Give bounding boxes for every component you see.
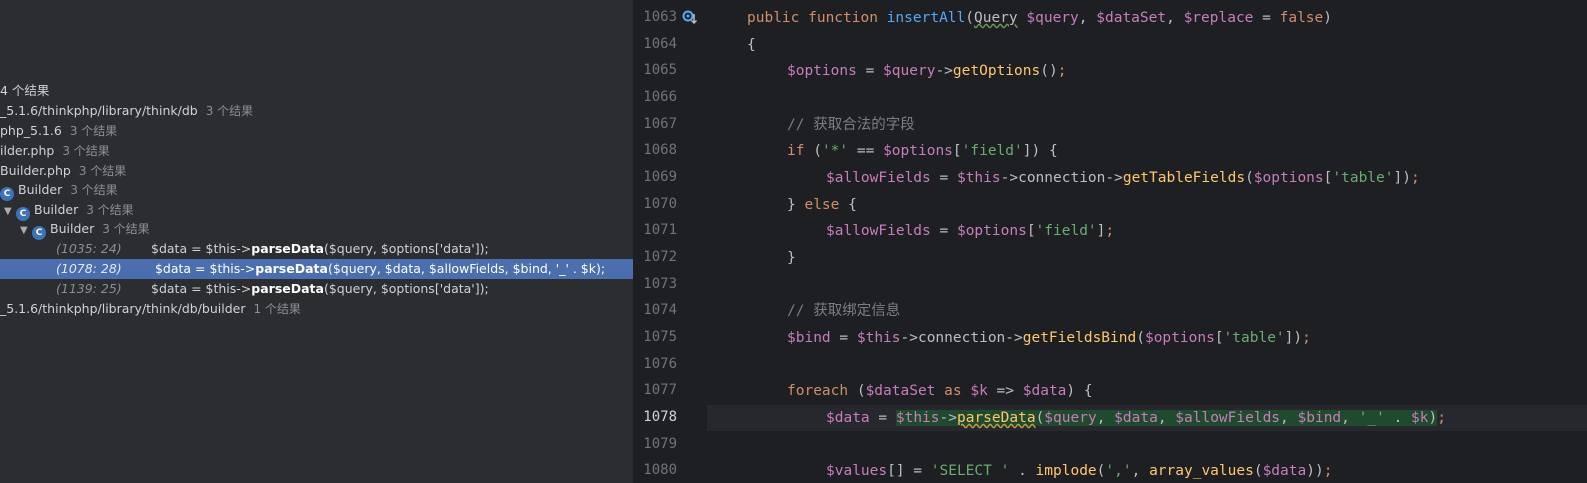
tree-row-label: Builder: [18, 182, 63, 197]
tree-row-count: 3 个结果: [78, 164, 127, 178]
usage-row-selected[interactable]: (1078: 28) $data = $this->parseData($que…: [0, 259, 633, 279]
line-number: 1072: [643, 249, 677, 265]
line-number: 1069: [643, 169, 677, 185]
tree-row-label: Builder.php: [0, 163, 71, 178]
find-usages-panel: 4 个结果 _5.1.6/thinkphp/library/think/db 3 …: [0, 0, 633, 483]
usage-location: (1078: 28): [56, 261, 122, 276]
line-number-current: 1078: [643, 409, 677, 425]
code-line[interactable]: $allowFields = $options['field'];: [826, 218, 1587, 244]
usage-location: (1035: 24): [56, 241, 122, 256]
tree-row-label: _5.1.6/thinkphp/library/think/db/builder: [0, 301, 246, 316]
tree-row-directory[interactable]: _5.1.6/thinkphp/library/think/db 3 个结果: [0, 101, 633, 121]
code-line[interactable]: $bind = $this->connection->getFieldsBind…: [787, 325, 1587, 351]
tree-row-label: Builder: [50, 221, 95, 236]
line-number: 1077: [643, 382, 677, 398]
tree-row-file[interactable]: Builder.php 3 个结果: [0, 161, 633, 181]
tree-row-class[interactable]: C Builder 3 个结果: [0, 180, 633, 201]
tree-row-count: 3 个结果: [86, 203, 134, 217]
usage-code: $data = $this->parseData($query, $option…: [151, 281, 489, 296]
line-number: 1066: [643, 89, 677, 105]
line-number: 1063: [643, 9, 677, 25]
code-line[interactable]: foreach ($dataSet as $k => $data) {: [787, 378, 1587, 404]
line-number-gutter[interactable]: 1063 1064 1065 1066 1067 1068 1069 1070 …: [633, 0, 707, 483]
code-line[interactable]: {: [747, 32, 1587, 58]
tree-row-count: 3 个结果: [102, 222, 150, 236]
tree-row-label: Builder: [34, 202, 79, 217]
usage-row[interactable]: (1139: 25) $data = $this->parseData($quer…: [0, 279, 633, 299]
line-number: 1076: [643, 356, 677, 372]
usage-code: $data = $this->parseData($query, $option…: [151, 241, 489, 256]
code-line[interactable]: $allowFields = $this->connection->getTab…: [826, 165, 1587, 191]
code-line[interactable]: $values[] = 'SELECT ' . implode(',', arr…: [826, 458, 1587, 483]
usage-row[interactable]: (1035: 24) $data = $this->parseData($quer…: [0, 239, 633, 259]
code-line[interactable]: }: [787, 245, 1587, 271]
code-editor[interactable]: public function insertAll(Query $query, …: [707, 0, 1587, 483]
tree-row-directory[interactable]: _5.1.6/thinkphp/library/think/db/builder…: [0, 299, 633, 319]
code-line[interactable]: } else {: [787, 192, 1587, 218]
results-summary: 4 个结果: [0, 83, 50, 98]
tree-row-count: 3 个结果: [70, 183, 118, 197]
code-line-current[interactable]: $data = $this->parseData($query, $data, …: [707, 405, 1587, 431]
line-number: 1070: [643, 196, 677, 212]
chevron-down-icon[interactable]: ▼: [20, 221, 32, 241]
line-number: 1073: [643, 276, 677, 292]
line-number: 1074: [643, 302, 677, 318]
code-line[interactable]: // 获取绑定信息: [787, 298, 1587, 324]
tree-row-file[interactable]: ilder.php 3 个结果: [0, 141, 633, 161]
line-number: 1067: [643, 116, 677, 132]
line-number: 1064: [643, 36, 677, 52]
usage-code: $data = $this->parseData($query, $data, …: [151, 261, 606, 276]
line-number: 1080: [643, 462, 677, 478]
code-line[interactable]: $options = $query->getOptions();: [787, 58, 1587, 84]
class-icon: C: [32, 226, 46, 240]
tree-row-count: 3 个结果: [62, 144, 110, 158]
tree-row-count: 3 个结果: [69, 124, 118, 138]
line-number: 1068: [643, 142, 677, 158]
tree-row-class[interactable]: ▼ C Builder 3 个结果: [0, 219, 633, 241]
line-number: 1075: [643, 329, 677, 345]
tree-row-label: php_5.1.6: [0, 123, 62, 138]
tree-row-class[interactable]: ▼ C Builder 3 个结果: [0, 200, 633, 221]
tree-row-label: ilder.php: [0, 143, 55, 158]
results-summary-row[interactable]: 4 个结果: [0, 81, 633, 101]
tree-row-count: 1 个结果: [253, 302, 301, 316]
line-number: 1071: [643, 222, 677, 238]
code-line[interactable]: if ('*' == $options['field']) {: [787, 138, 1587, 164]
class-icon: C: [0, 187, 14, 201]
tree-row-count: 3 个结果: [205, 104, 254, 118]
line-number: 1079: [643, 436, 677, 452]
code-line[interactable]: public function insertAll(Query $query, …: [747, 5, 1587, 31]
line-number: 1065: [643, 62, 677, 78]
code-line[interactable]: // 获取合法的字段: [787, 112, 1587, 138]
implements-method-icon[interactable]: [682, 10, 698, 26]
usage-location: (1139: 25): [56, 281, 122, 296]
tree-row-label: _5.1.6/thinkphp/library/think/db: [0, 103, 198, 118]
tree-row-module[interactable]: php_5.1.6 3 个结果: [0, 121, 633, 141]
